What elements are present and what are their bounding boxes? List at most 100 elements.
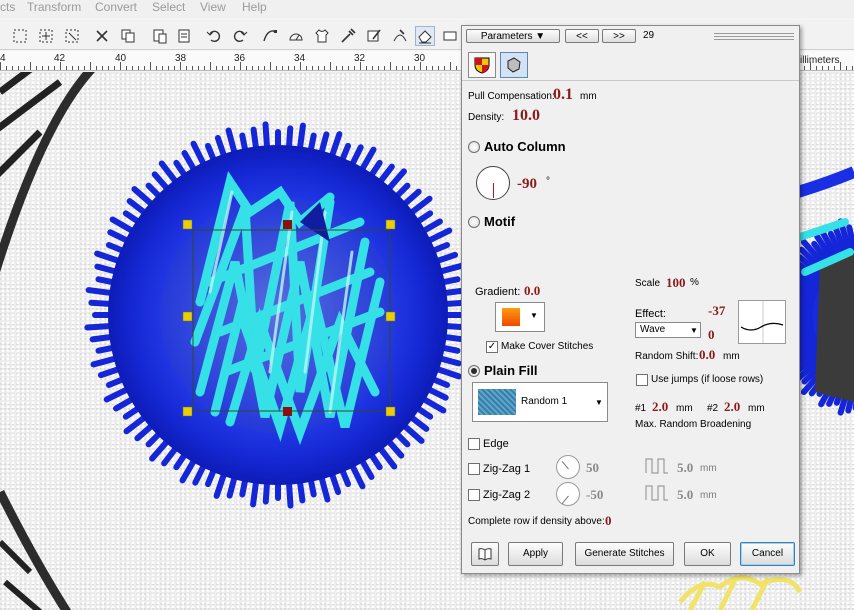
wave-preview-icon — [740, 301, 784, 343]
density-label: Density: — [468, 112, 505, 123]
menu-objects[interactable]: cts — [0, 0, 15, 14]
paste-icon[interactable] — [150, 26, 170, 46]
zigzag-length-icon — [645, 458, 668, 474]
angle-dial-needle — [493, 183, 494, 198]
broadening-1-value[interactable]: 2.0 — [652, 399, 668, 415]
ruler-tick — [120, 62, 121, 70]
eraser-icon[interactable] — [415, 26, 435, 46]
help-book-button[interactable] — [471, 542, 499, 566]
ruler-tick — [408, 66, 409, 70]
tab-outline-shape[interactable] — [500, 52, 528, 78]
fill-pattern-dropdown[interactable]: Random 1 ▼ — [472, 382, 608, 422]
random-shift-value[interactable]: 0.0 — [699, 347, 715, 363]
effect-dropdown[interactable]: Wave ▼ — [635, 322, 701, 338]
stitch-edit-icon[interactable] — [364, 26, 384, 46]
next-object-button[interactable]: >> — [602, 29, 636, 43]
node-select-icon[interactable] — [62, 26, 82, 46]
cut-icon[interactable] — [92, 26, 112, 46]
redo-icon[interactable] — [230, 26, 250, 46]
zigzag-1-length[interactable]: 5.0 — [677, 460, 693, 476]
bezier-icon[interactable] — [260, 26, 280, 46]
broadening-2-unit: mm — [748, 403, 765, 414]
complete-row-label: Complete row if density above: — [468, 516, 605, 527]
gradient-swatch — [502, 308, 520, 326]
effect-selected: Wave — [640, 324, 666, 335]
fill-pattern-swatch — [478, 389, 516, 415]
ruler-tick — [240, 62, 241, 70]
ruler-tick — [198, 66, 199, 70]
dialog-separator — [462, 80, 799, 81]
ruler-tick — [342, 66, 343, 70]
ruler-tick — [288, 66, 289, 70]
auto-column-angle-value[interactable]: -90 — [517, 176, 537, 193]
effect-value-top[interactable]: -37 — [708, 303, 725, 319]
previous-object-button[interactable]: << — [565, 29, 599, 43]
generate-stitches-button[interactable]: Generate Stitches — [575, 542, 674, 566]
angle-dial[interactable] — [476, 166, 510, 200]
pull-compensation-value[interactable]: 0.1 — [553, 86, 573, 104]
auto-column-label[interactable]: Auto Column — [484, 139, 566, 154]
ruler-tick — [396, 66, 397, 70]
ruler-tick — [144, 66, 145, 70]
ruler-tick — [384, 66, 385, 70]
ruler-tick — [60, 62, 61, 70]
undo-icon[interactable] — [204, 26, 224, 46]
motif-label[interactable]: Motif — [484, 214, 515, 229]
make-cover-stitches-checkbox[interactable]: ✓ — [486, 341, 498, 353]
stitch-node-icon[interactable] — [390, 26, 410, 46]
zigzag-1-angle-dial[interactable] — [556, 455, 580, 479]
effect-value-bottom[interactable]: 0 — [708, 327, 715, 343]
broadening-2-value[interactable]: 2.0 — [724, 399, 740, 415]
pull-compensation-unit: mm — [580, 91, 597, 102]
gauge-icon[interactable] — [286, 26, 306, 46]
zigzag-2-checkbox[interactable] — [468, 489, 480, 501]
tab-fill-shield[interactable] — [468, 52, 496, 78]
paste-special-icon[interactable] — [174, 26, 194, 46]
ruler-tick — [336, 66, 337, 70]
complete-row-value[interactable]: 0 — [605, 513, 612, 529]
zigzag-2-angle-dial[interactable] — [556, 482, 580, 506]
density-value[interactable]: 10.0 — [512, 107, 540, 125]
gradient-value[interactable]: 0.0 — [524, 283, 540, 299]
apply-button[interactable]: Apply — [508, 542, 563, 566]
shirt-icon[interactable] — [312, 26, 332, 46]
menu-convert[interactable]: Convert — [95, 0, 137, 14]
menu-transform[interactable]: Transform — [27, 0, 81, 14]
edge-checkbox[interactable] — [468, 438, 480, 450]
menu-select[interactable]: Select — [152, 0, 185, 14]
ruler-tick — [276, 66, 277, 70]
view-icon[interactable] — [440, 26, 460, 46]
ruler-tick — [444, 66, 445, 70]
zigzag-1-angle[interactable]: 50 — [586, 460, 599, 476]
menu-help[interactable]: Help — [242, 0, 267, 14]
menu-view[interactable]: View — [200, 0, 226, 14]
parameters-dropdown[interactable]: Parameters ▼ — [466, 29, 560, 43]
gradient-picker[interactable]: ▼ — [495, 302, 545, 332]
lasso-icon[interactable] — [36, 26, 56, 46]
copy-icon[interactable] — [118, 26, 138, 46]
auto-column-radio[interactable] — [468, 141, 480, 153]
zigzag-1-checkbox[interactable] — [468, 463, 480, 475]
ruler-tick — [450, 62, 451, 70]
ruler-tick — [66, 66, 67, 70]
dialog-grip[interactable] — [714, 31, 794, 41]
eyedropper-icon[interactable] — [338, 26, 358, 46]
zigzag-2-angle[interactable]: -50 — [586, 487, 603, 503]
motif-radio[interactable] — [468, 216, 480, 228]
zigzag-2-length[interactable]: 5.0 — [677, 487, 693, 503]
plain-fill-label[interactable]: Plain Fill — [484, 363, 537, 378]
zigzag-2-unit: mm — [700, 490, 717, 501]
plain-fill-radio[interactable] — [468, 365, 480, 377]
ruler-tick — [402, 66, 403, 70]
cancel-button[interactable]: Cancel — [740, 542, 795, 566]
ruler-tick — [822, 66, 823, 70]
ok-button[interactable]: OK — [684, 542, 731, 566]
select-rect-icon[interactable] — [10, 26, 30, 46]
ruler-tick — [852, 66, 853, 70]
ruler-tick — [102, 66, 103, 70]
use-jumps-checkbox[interactable] — [636, 374, 648, 386]
fill-pattern-name: Random 1 — [521, 396, 568, 407]
ruler-tick — [846, 66, 847, 70]
dialog-header: Parameters ▼ << >> 29 — [462, 26, 799, 48]
scale-value[interactable]: 100 — [666, 275, 686, 291]
